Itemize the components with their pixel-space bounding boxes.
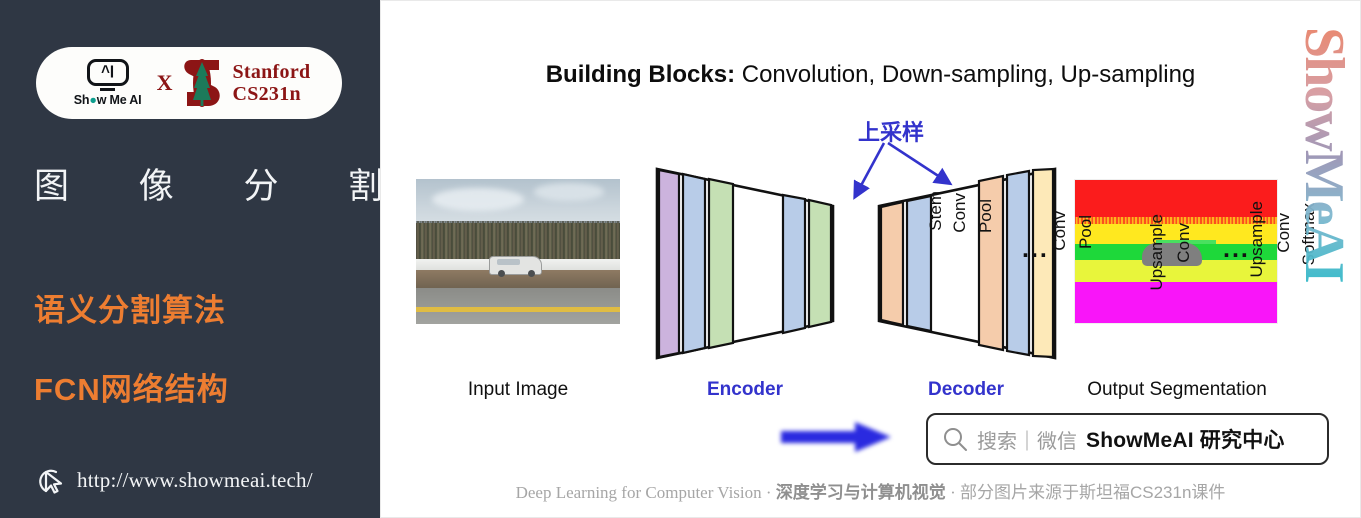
search-input-placeholder[interactable]: 搜索｜微信	[977, 425, 1077, 454]
slide-title-bold: Building Blocks:	[545, 61, 736, 88]
output-segmentation-caption: Output Segmentation	[1087, 379, 1267, 400]
heading-semantic-segmentation: 语义分割算法	[34, 293, 226, 328]
topic-title: 图 像 分 割	[34, 167, 414, 206]
logo-pill: ^I Sh●w Me AI X Stanford CS231n	[36, 47, 342, 119]
stanford-line-1: Stanford	[232, 60, 311, 83]
block-label-upsample: Upsample	[1247, 201, 1266, 278]
slide-title: Building Blocks: Convolution, Down-sampl…	[381, 61, 1360, 89]
encoder-label: Encoder	[706, 379, 784, 400]
footer-cjk-tail: 部分图片来源于斯坦福CS231n课件	[959, 483, 1226, 502]
photo-road-line	[416, 307, 620, 313]
footer-sep-2: ·	[945, 483, 960, 502]
block-label-conv: Conv	[1174, 223, 1193, 263]
search-brand-label: ShowMeAI 研究中心	[1086, 429, 1285, 452]
photo-road	[416, 287, 620, 324]
block-label-pool: Pool	[1076, 215, 1095, 250]
input-image-thumbnail	[416, 179, 620, 324]
wechat-search-bar[interactable]: 搜索｜微信 ShowMeAI 研究中心	[926, 413, 1329, 465]
photo-car-wheel	[497, 269, 505, 277]
search-icon	[942, 426, 968, 452]
segment-road-magenta	[1075, 281, 1277, 323]
slide-title-rest: Convolution, Down-sampling, Up-sampling	[735, 61, 1196, 88]
showmeai-icon-stand	[100, 88, 116, 91]
site-url-row[interactable]: http://www.showmeai.tech/	[34, 464, 313, 496]
photo-car-window	[496, 258, 521, 266]
photo-car	[489, 255, 543, 277]
heading-fcn-architecture: FCN网络结构	[34, 372, 229, 407]
photo-cloud	[534, 183, 604, 201]
footer-cjk-bold: 深度学习与计算机视觉	[775, 483, 946, 502]
block-label-upsample: Upsample	[1147, 214, 1166, 291]
photo-cloud	[432, 187, 525, 211]
showmeai-robot-icon: ^I	[86, 59, 129, 86]
blue-arrow-graphic	[779, 420, 893, 454]
decoder-ellipsis: ...	[1223, 235, 1250, 263]
stanford-line-2: CS231n	[232, 83, 301, 105]
slide-footer: Deep Learning for Computer Vision · 深度学习…	[381, 478, 1360, 503]
photo-trees	[416, 222, 620, 261]
showmeai-logo: ^I Sh●w Me AI	[68, 59, 148, 107]
cursor-pointer-icon	[34, 464, 66, 496]
stanford-tree-logo	[181, 56, 223, 110]
site-url-text[interactable]: http://www.showmeai.tech/	[77, 468, 313, 493]
input-image-caption: Input Image	[467, 379, 569, 400]
footer-sep-1: ·	[765, 483, 776, 502]
network-architecture-diagram: Stem Conv Pool ... Conv Pool Upsample Co…	[653, 161, 1318, 366]
cross-label: X	[156, 70, 173, 95]
showmeai-logo-label: Sh●w Me AI	[73, 93, 142, 107]
slide-content-panel: Building Blocks: Convolution, Down-sampl…	[380, 0, 1361, 518]
showmeai-watermark: ShowMeAI	[1293, 27, 1355, 282]
block-label-stem: Stem	[926, 191, 945, 231]
footer-en: Deep Learning for Computer Vision	[515, 483, 766, 502]
block-label-pool: Pool	[976, 199, 995, 234]
left-sidebar: ^I Sh●w Me AI X Stanford CS231n 图 像 分 割	[0, 0, 414, 518]
encoder-ellipsis: ...	[1022, 235, 1049, 263]
slide-root: ^I Sh●w Me AI X Stanford CS231n 图 像 分 割	[0, 0, 1361, 518]
block-label-conv: Conv	[1274, 213, 1293, 253]
block-label-conv: Conv	[950, 193, 969, 233]
stanford-course-label: Stanford CS231n	[232, 61, 310, 106]
showmeai-icon-glyph: ^I	[101, 62, 115, 83]
decoder-label: Decoder	[927, 379, 1005, 400]
block-label-conv: Conv	[1050, 211, 1069, 251]
